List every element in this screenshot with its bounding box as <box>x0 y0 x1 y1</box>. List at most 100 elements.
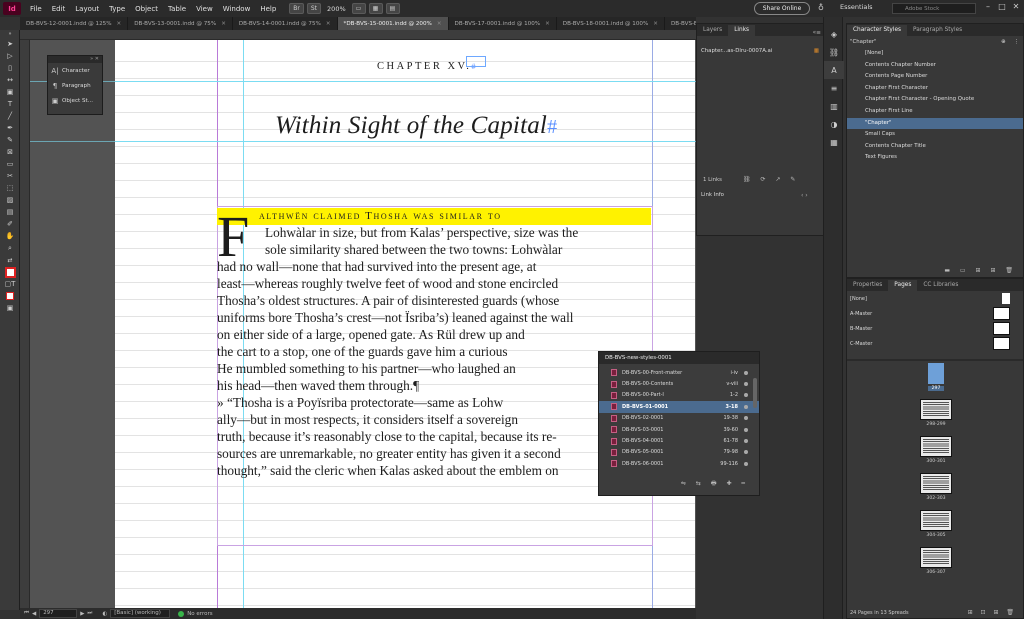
rectangle-tool-icon[interactable]: ▭ <box>0 158 20 170</box>
menu-edit[interactable]: Edit <box>47 5 71 13</box>
chapter-label[interactable]: CHAPTER XV.# <box>377 61 478 72</box>
page-number-field[interactable]: 297 <box>39 609 78 618</box>
horizontal-ruler[interactable] <box>20 30 696 40</box>
maximize-icon[interactable]: □ <box>996 2 1008 14</box>
mini-panel-header[interactable]: » ✕ <box>48 56 102 63</box>
book-panel-title[interactable]: DB-BVS-new-styles-0001 <box>599 352 759 364</box>
close-tab-icon[interactable]: ✕ <box>326 21 331 27</box>
tab-links[interactable]: Links <box>728 25 756 36</box>
document-tab[interactable]: *DB-BVS-15-0001.indd @ 200% ✕ <box>337 17 449 30</box>
spread-thumbnail[interactable] <box>920 510 952 531</box>
preflight-errors[interactable]: No errors <box>187 611 212 617</box>
menu-table[interactable]: Table <box>163 5 191 13</box>
spread-thumbnail[interactable] <box>920 436 952 457</box>
chapter-title[interactable]: Within Sight of the Capital# <box>275 112 557 140</box>
type-tool-icon[interactable]: T <box>0 98 20 110</box>
master-page-item[interactable]: [None] <box>847 291 1023 306</box>
formatting-container-icon[interactable]: ▢T <box>0 278 20 290</box>
bridge-button[interactable]: Br <box>289 3 304 14</box>
spread-thumbnail[interactable] <box>920 473 952 494</box>
character-style-item[interactable]: Chapter First Character - Opening Quote <box>847 94 1023 106</box>
document-tab[interactable]: DB-BVS-14-0001.indd @ 75% ✕ <box>233 17 338 30</box>
free-transform-tool-icon[interactable]: ⬚ <box>0 182 20 194</box>
character-style-item[interactable]: Contents Chapter Title <box>847 141 1023 153</box>
book-document-row[interactable]: DB-BVS-03-0001 39-60 <box>599 424 759 435</box>
master-page-item[interactable]: C-Master <box>847 336 1023 351</box>
document-tab[interactable]: DB-BVS-12-0001.indd @ 125% ✕ <box>20 17 129 30</box>
document-tab[interactable]: DB-BVS-18-0001.indd @ 100% ✕ <box>557 17 665 30</box>
selection-tool-icon[interactable]: ➤ <box>0 38 20 50</box>
master-page-item[interactable]: A-Master <box>847 306 1023 321</box>
master-page-item[interactable]: B-Master <box>847 321 1023 336</box>
scissors-tool-icon[interactable]: ✂ <box>0 170 20 182</box>
character-panel-button[interactable]: A| Character <box>48 63 102 78</box>
character-style-item[interactable]: Contents Page Number <box>847 71 1023 83</box>
book-document-row[interactable]: DB-BVS-06-0001 99-116 <box>599 458 759 469</box>
apply-none-icon[interactable] <box>0 290 20 302</box>
close-tab-icon[interactable]: ✕ <box>117 21 122 27</box>
menu-window[interactable]: Window <box>218 5 256 13</box>
book-document-row[interactable]: DB-BVS-04-0001 61-78 <box>599 435 759 446</box>
minimize-icon[interactable]: – <box>982 2 994 14</box>
close-icon[interactable]: ✕ <box>1010 2 1022 14</box>
hand-tool-icon[interactable]: ✋ <box>0 230 20 242</box>
link-info-nav[interactable]: ‹ › <box>801 192 808 199</box>
close-tab-icon[interactable]: ✕ <box>545 21 550 27</box>
menu-type[interactable]: Type <box>104 5 130 13</box>
pasteboard[interactable]: CHAPTER XV.# Within Sight of the Capital… <box>30 40 696 608</box>
first-page-icon[interactable]: ⏮ <box>24 610 29 617</box>
document-page[interactable]: CHAPTER XV.# Within Sight of the Capital… <box>115 40 695 608</box>
character-styles-icon[interactable]: A <box>824 61 844 79</box>
vertical-ruler[interactable] <box>20 40 30 608</box>
opening-line[interactable]: althwën claimed Thosha was similar to <box>217 208 651 225</box>
workspace-switcher[interactable]: Essentials <box>840 3 873 11</box>
close-tab-icon[interactable]: ✕ <box>221 21 226 27</box>
fill-stroke-icon[interactable] <box>0 266 20 278</box>
character-style-item[interactable]: "Chapter" <box>847 117 1023 130</box>
link-row[interactable]: Chapter...as-Dlru-0007A.ai ▦ <box>697 46 825 58</box>
stock-search-input[interactable]: Adobe Stock <box>892 3 976 14</box>
clear-overrides-icon[interactable]: ⋮ <box>1014 39 1019 45</box>
swap-colors-icon[interactable]: ⇄ <box>0 254 20 266</box>
arrange-documents-button[interactable]: ▤ <box>385 3 400 14</box>
character-style-item[interactable]: Text Figures <box>847 152 1023 164</box>
content-collector-icon[interactable]: ▣ <box>0 86 20 98</box>
spread-thumbnail[interactable] <box>920 399 952 420</box>
screen-mode-icon[interactable]: ▣ <box>0 302 20 314</box>
close-tab-icon[interactable]: ✕ <box>437 21 442 27</box>
spread-thumbnail[interactable] <box>920 547 952 568</box>
character-style-item[interactable]: Chapter First Character <box>847 83 1023 95</box>
paragraph-panel-button[interactable]: ¶ Paragraph <box>48 78 102 93</box>
screen-mode-button[interactable]: ▭ <box>351 3 366 14</box>
zoom-tool-icon[interactable]: ⌕ <box>0 242 20 254</box>
stock-button[interactable]: St <box>306 3 322 14</box>
character-style-item[interactable]: [None] <box>847 48 1023 60</box>
next-page-icon[interactable]: ▶ <box>80 611 84 617</box>
book-document-row[interactable]: DB-BVS-05-0001 79-98 <box>599 447 759 458</box>
pen-tool-icon[interactable]: ✒ <box>0 122 20 134</box>
preflight-profile[interactable]: [Basic] (working) <box>110 609 171 618</box>
tab-character-styles[interactable]: Character Styles <box>847 25 908 36</box>
close-tab-icon[interactable]: ✕ <box>653 21 658 27</box>
book-document-row[interactable]: DB-BVS-00-Part-I 1-2 <box>599 390 759 401</box>
gradient-icon[interactable]: ▦ <box>824 133 844 151</box>
book-document-row[interactable]: DB-BVS-02-0001 19-38 <box>599 413 759 424</box>
layers-icon[interactable]: ◈ <box>824 25 844 43</box>
character-style-item[interactable]: Contents Chapter Number <box>847 60 1023 72</box>
lightbulb-icon[interactable]: ♁ <box>818 3 824 12</box>
new-style-group-icon[interactable]: ⊕ <box>1001 39 1006 45</box>
gradient-tool-icon[interactable]: ▨ <box>0 194 20 206</box>
menu-file[interactable]: File <box>25 5 47 13</box>
direct-selection-tool-icon[interactable]: ▷ <box>0 50 20 62</box>
links-icon[interactable]: ⛓ <box>824 43 844 61</box>
character-style-item[interactable]: Chapter First Line <box>847 106 1023 118</box>
menu-layout[interactable]: Layout <box>70 5 104 13</box>
pencil-tool-icon[interactable]: ✎ <box>0 134 20 146</box>
book-document-row[interactable]: DB-BVS-00-Contents v-viii <box>599 378 759 389</box>
line-tool-icon[interactable]: ╱ <box>0 110 20 122</box>
object-styles-button[interactable]: ▣ Object St... <box>48 93 102 108</box>
tab-paragraph-styles[interactable]: Paragraph Styles <box>907 25 968 36</box>
gap-tool-icon[interactable]: ↔ <box>0 74 20 86</box>
document-tab[interactable]: DB-BVS-17-0001.indd @ 100% ✕ <box>449 17 557 30</box>
view-options-button[interactable]: ▦ <box>368 3 383 14</box>
